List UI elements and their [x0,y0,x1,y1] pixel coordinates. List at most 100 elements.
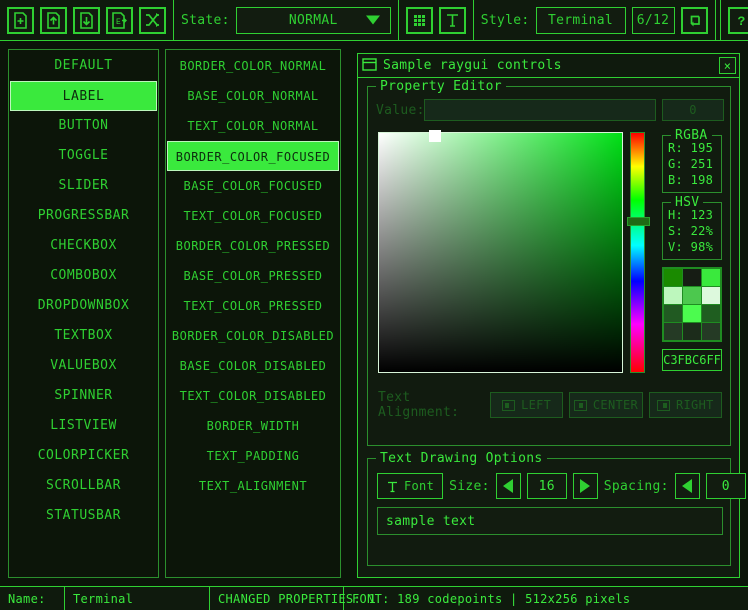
property-item-border-color-normal[interactable]: BORDER_COLOR_NORMAL [167,51,339,81]
rgba-group-title: RGBA [671,128,712,143]
color-swatch-0[interactable] [664,269,682,286]
control-item-spinner[interactable]: SPINNER [10,381,157,411]
property-item-text-color-focused[interactable]: TEXT_COLOR_FOCUSED [167,201,339,231]
text-drawing-options-group: Text Drawing Options Font Size: 16 Spaci… [367,458,731,566]
statusbar: Name: Terminal CHANGED PROPERTIES: 1 FON… [0,586,748,610]
control-item-statusbar[interactable]: STATUSBAR [10,501,157,531]
property-item-border-color-disabled[interactable]: BORDER_COLOR_DISABLED [167,321,339,351]
sample-text-input[interactable]: sample text [377,507,723,535]
color-swatch-3[interactable] [664,287,682,304]
control-item-default[interactable]: DEFAULT [10,51,157,81]
state-dropdown[interactable]: NORMAL [236,7,391,34]
control-item-colorpicker[interactable]: COLORPICKER [10,441,157,471]
close-icon[interactable]: × [719,57,736,74]
property-editor-group: Property Editor Value: 0 RGBA R: 195G: 2… [367,86,731,446]
align-center-icon [574,400,587,411]
control-item-scrollbar[interactable]: SCROLLBAR [10,471,157,501]
control-item-combobox[interactable]: COMBOBOX [10,261,157,291]
control-item-textbox[interactable]: TEXTBOX [10,321,157,351]
reload-style-button[interactable] [681,7,708,34]
property-item-base-color-normal[interactable]: BASE_COLOR_NORMAL [167,81,339,111]
property-item-border-width[interactable]: BORDER_WIDTH [167,411,339,441]
colorpicker-sv-square[interactable] [378,132,623,373]
chevron-left-icon [682,479,692,493]
load-style-button[interactable] [40,7,67,34]
hsv-group-title: HSV [671,195,703,210]
property-editor-title: Property Editor [376,79,506,94]
value-slider[interactable] [424,99,656,121]
hex-value-box[interactable]: C3FBC6FF [662,349,722,371]
control-item-listview[interactable]: LISTVIEW [10,411,157,441]
color-swatch-1[interactable] [683,269,701,286]
font-button-label: Font [404,479,434,493]
color-swatch-grid[interactable] [662,267,722,342]
statusbar-name-label: Name: [0,587,65,610]
chevron-right-icon [580,479,590,493]
window-icon [362,58,377,74]
randomize-button[interactable] [139,7,166,34]
style-size-box[interactable]: 6/12 [632,7,675,34]
control-item-toggle[interactable]: TOGGLE [10,141,157,171]
property-item-border-color-pressed[interactable]: BORDER_COLOR_PRESSED [167,231,339,261]
property-item-text-padding[interactable]: TEXT_PADDING [167,441,339,471]
size-value[interactable]: 16 [527,473,567,499]
controls-listview[interactable]: DEFAULTLABELBUTTONTOGGLESLIDERPROGRESSBA… [8,49,159,578]
color-swatch-10[interactable] [683,323,701,340]
size-decrement-button[interactable] [496,473,521,499]
color-swatch-5[interactable] [702,287,720,304]
style-name-box[interactable]: Terminal [536,7,626,34]
control-item-label[interactable]: LABEL [10,81,157,111]
new-style-button[interactable] [7,7,34,34]
property-item-base-color-focused[interactable]: BASE_COLOR_FOCUSED [167,171,339,201]
spacing-value[interactable]: 0 [706,473,746,499]
property-item-base-color-disabled[interactable]: BASE_COLOR_DISABLED [167,351,339,381]
property-item-border-color-focused[interactable]: BORDER_COLOR_FOCUSED [167,141,339,171]
spacing-decrement-button[interactable] [675,473,700,499]
help-button[interactable]: ? [728,7,748,34]
color-swatch-11[interactable] [702,323,720,340]
font-atlas-button[interactable] [439,7,466,34]
color-swatch-7[interactable] [683,305,701,322]
colorpicker-hue-bar[interactable] [630,132,645,373]
rgba-g-value: G: 251 [663,156,721,172]
align-center-label: CENTER [593,398,638,412]
property-item-text-color-disabled[interactable]: TEXT_COLOR_DISABLED [167,381,339,411]
color-swatch-4[interactable] [683,287,701,304]
help-group: ? [720,0,748,41]
property-item-text-color-pressed[interactable]: TEXT_COLOR_PRESSED [167,291,339,321]
colorpicker-sv-cursor[interactable] [429,130,441,142]
hsv-v-value: V: 98% [663,239,721,255]
control-item-checkbox[interactable]: CHECKBOX [10,231,157,261]
align-right-label: RIGHT [676,398,714,412]
value-number[interactable]: 0 [662,99,724,121]
text-alignment-row: Text Alignment: LEFT CENTER RIGHT [378,392,722,418]
view-group [399,0,474,41]
align-center-button: CENTER [569,392,642,418]
colorpicker-hue-selector[interactable] [627,217,650,226]
font-button[interactable]: Font [377,473,443,499]
control-item-button[interactable]: BUTTON [10,111,157,141]
align-left-icon [502,400,515,411]
property-item-text-alignment[interactable]: TEXT_ALIGNMENT [167,471,339,501]
svg-text:E: E [116,18,121,27]
control-item-slider[interactable]: SLIDER [10,171,157,201]
save-style-button[interactable] [73,7,100,34]
control-item-valuebox[interactable]: VALUEBOX [10,351,157,381]
color-swatch-9[interactable] [664,323,682,340]
style-group: Style: Terminal 6/12 [474,0,716,41]
properties-listview[interactable]: BORDER_COLOR_NORMALBASE_COLOR_NORMALTEXT… [165,49,341,578]
grid-toggle-button[interactable] [406,7,433,34]
file-button-group: E [0,0,174,41]
sample-controls-window: Sample raygui controls × Property Editor… [357,53,740,578]
export-style-button[interactable]: E [106,7,133,34]
control-item-dropdownbox[interactable]: DROPDOWNBOX [10,291,157,321]
align-right-icon [657,400,670,411]
control-item-progressbar[interactable]: PROGRESSBAR [10,201,157,231]
color-swatch-2[interactable] [702,269,720,286]
statusbar-name-value: Terminal [65,587,210,610]
color-swatch-6[interactable] [664,305,682,322]
property-item-base-color-pressed[interactable]: BASE_COLOR_PRESSED [167,261,339,291]
size-increment-button[interactable] [573,473,598,499]
color-swatch-8[interactable] [702,305,720,322]
property-item-text-color-normal[interactable]: TEXT_COLOR_NORMAL [167,111,339,141]
